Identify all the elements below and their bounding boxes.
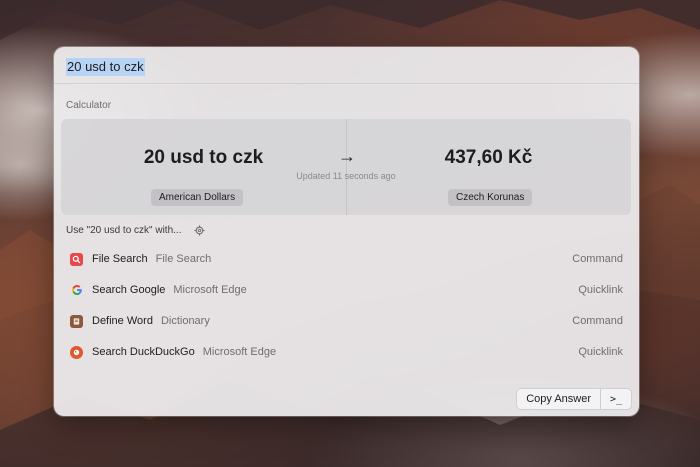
calculator-result-card[interactable]: 20 usd to czk → 437,60 Kč Updated 11 sec… xyxy=(61,119,631,215)
list-item-subtitle: Microsoft Edge xyxy=(202,346,277,358)
google-icon xyxy=(70,284,83,297)
calculator-expression: 20 usd to czk xyxy=(143,147,264,168)
list-item-title: Search Google xyxy=(92,284,166,296)
to-currency-badge: Czech Korunas xyxy=(448,189,533,206)
dictionary-icon xyxy=(70,314,83,328)
gear-icon[interactable] xyxy=(194,225,206,236)
launcher-window: 20 usd to czk Calculator 20 usd to czk →… xyxy=(54,47,639,416)
from-currency-badge: American Dollars xyxy=(151,189,244,206)
list-item-subtitle: File Search xyxy=(155,253,212,265)
terminal-actions-button[interactable]: >_ xyxy=(601,389,631,409)
list-item-type: Quicklink xyxy=(578,284,623,296)
magnifier-icon xyxy=(70,252,83,266)
list-item-file-search[interactable]: File Search File Search Command xyxy=(61,245,632,273)
calculator-updated-text: Updated 11 seconds ago xyxy=(296,171,396,181)
list-item-type: Command xyxy=(572,253,623,265)
list-item-title: Search DuckDuckGo xyxy=(92,346,195,358)
calculator-result: 437,60 Kč xyxy=(444,147,533,168)
list-item-subtitle: Microsoft Edge xyxy=(173,284,247,296)
list-item-title: Define Word xyxy=(92,315,153,327)
list-item-type: Command xyxy=(572,315,623,327)
duckduckgo-icon xyxy=(70,345,83,359)
copy-answer-button[interactable]: Copy Answer xyxy=(517,389,601,409)
calculator-section-title: Calculator xyxy=(66,100,112,111)
list-item-type: Quicklink xyxy=(578,346,623,358)
list-item-title: File Search xyxy=(92,253,148,265)
list-item-search-google[interactable]: Search Google Microsoft Edge Quicklink xyxy=(61,276,632,304)
search-input[interactable]: 20 usd to czk xyxy=(66,58,145,76)
list-item-search-duckduckgo[interactable]: Search DuckDuckGo Microsoft Edge Quickli… xyxy=(61,338,632,366)
use-with-header: Use "20 usd to czk" with... xyxy=(66,225,206,236)
search-bar[interactable]: 20 usd to czk xyxy=(54,47,639,84)
list-item-define-word[interactable]: Define Word Dictionary Command xyxy=(61,307,632,335)
list-item-subtitle: Dictionary xyxy=(160,315,210,327)
use-with-label: Use "20 usd to czk" with... xyxy=(66,225,182,236)
action-bar: Copy Answer >_ xyxy=(516,388,632,410)
